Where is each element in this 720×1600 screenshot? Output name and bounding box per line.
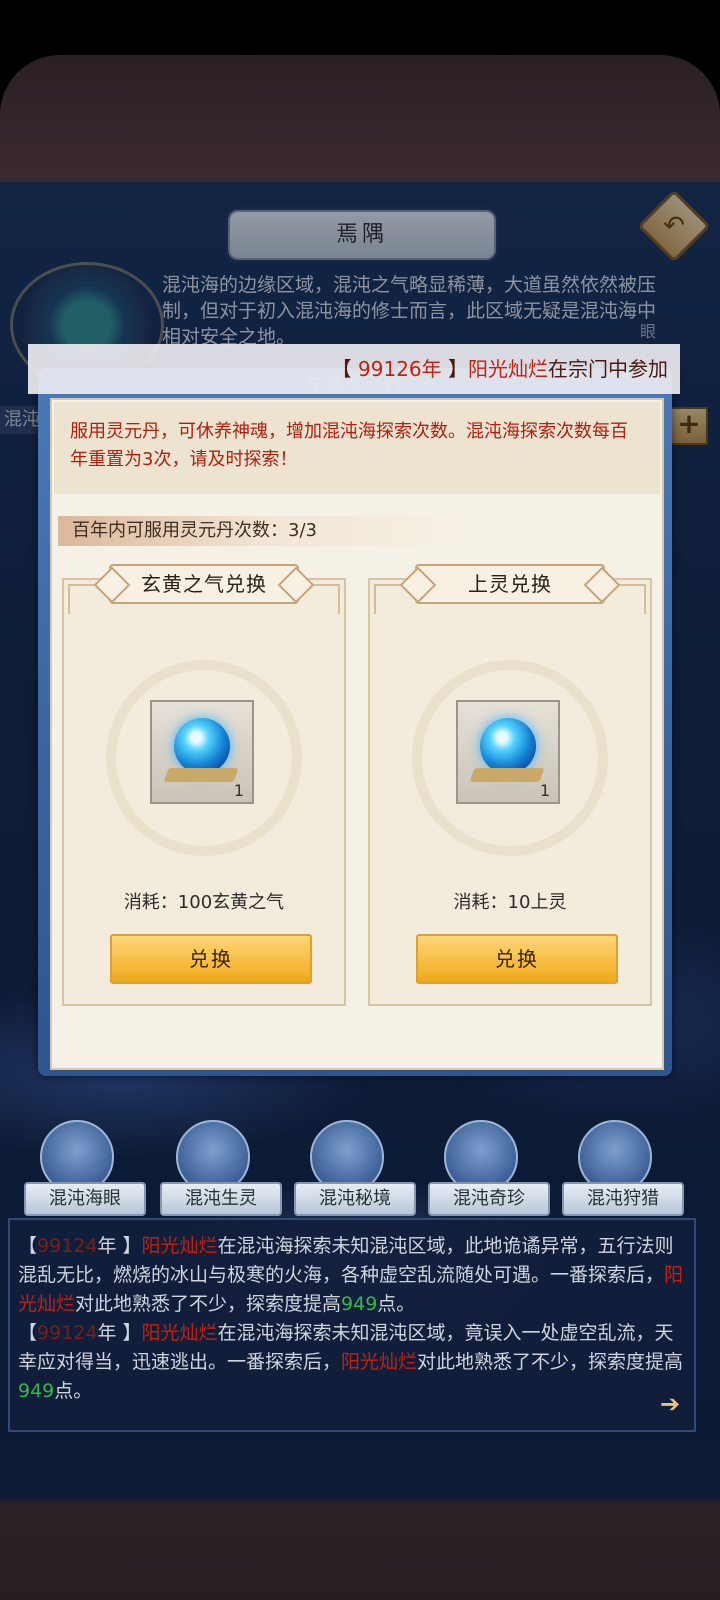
exchange-card-shangling: 上灵兑换 1 消耗：10上灵 兑换 [368,564,652,1006]
exchange-button[interactable]: 兑换 [416,934,618,984]
log-text: 对此地熟悉了不少，探索度提高 [75,1293,342,1315]
log-text: 对此地熟悉了不少，探索度提高 [417,1351,684,1373]
spirit-orb-icon [480,718,536,774]
cost-label: 消耗：100玄黄之气 [123,892,285,913]
lingyuan-pill-item[interactable]: 1 [150,700,254,804]
log-points: 949 [18,1380,55,1402]
spirit-orb-icon [174,718,230,774]
dock-item-label: 混沌生灵 [160,1182,282,1216]
dialog-notice: 服用灵元丹，可休养神魂，增加混沌海探索次数。混沌海探索次数每百年重置为3次，请及… [54,402,660,494]
dock-item-label: 混沌海眼 [24,1182,146,1216]
log-bracket: 【 [18,1322,38,1344]
dock-item-label: 混沌秘境 [294,1182,416,1216]
log-bracket: 年 】 [97,1235,142,1257]
marquee-bracket: 】 [448,357,468,381]
exchange-dialog: 兑换灵元丹 服用灵元丹，可休养神魂，增加混沌海探索次数。混沌海探索次数每百年重置… [38,368,672,1076]
log-text: 点。 [54,1380,93,1402]
item-quantity: 1 [539,781,550,800]
log-entry: 【99124年 】阳光灿烂在混沌海探索未知混沌区域，此地诡谲异常，五行法则混乱无… [18,1232,686,1319]
log-bracket: 【 [18,1235,38,1257]
marquee-year: 99126年 [351,357,448,381]
log-entry: 【99124年 】阳光灿烂在混沌海探索未知混沌区域，竟误入一处虚空乱流，天幸应对… [18,1319,686,1406]
lingyuan-pill-item[interactable]: 1 [456,700,560,804]
dock-item-shengling[interactable]: 混沌生灵 [160,1120,282,1216]
broadcast-marquee: 【 99126年 】阳光灿烂在宗门中参加 [28,344,680,394]
log-player-name: 阳光灿烂 [341,1351,418,1373]
log-points: 949 [341,1293,378,1315]
log-player-name: 阳光灿烂 [141,1322,218,1344]
card-title: 上灵兑换 [415,564,605,604]
dock-item-label: 混沌狩猎 [562,1182,684,1216]
dock-item-haiyan[interactable]: 混沌海眼 [24,1120,146,1216]
marquee-text: 在宗门中参加 [548,357,668,381]
log-player-name: 阳光灿烂 [141,1235,218,1257]
dock-item-label: 混沌奇珍 [428,1182,550,1216]
dock-item-qizhen[interactable]: 混沌奇珍 [428,1120,550,1216]
dock-item-mijing[interactable]: 混沌秘境 [294,1120,416,1216]
dock-item-shoulie[interactable]: 混沌狩猎 [562,1120,684,1216]
marquee-player-name: 阳光灿烂 [468,357,548,381]
log-year: 99124 [37,1235,98,1257]
scroll-icon [163,768,239,782]
log-year: 99124 [37,1322,98,1344]
exploration-log: 【99124年 】阳光灿烂在混沌海探索未知混沌区域，此地诡谲异常，五行法则混乱无… [8,1218,696,1432]
log-text: 点。 [377,1293,416,1315]
exchange-card-xuanhuang: 玄黄之气兑换 1 消耗：100玄黄之气 兑换 [62,564,346,1006]
feature-dock: 混沌海眼 混沌生灵 混沌秘境 混沌奇珍 混沌狩猎 [0,1120,720,1216]
dialog-body: 服用灵元丹，可休养神魂，增加混沌海探索次数。混沌海探索次数每百年重置为3次，请及… [50,398,664,1070]
card-title: 玄黄之气兑换 [109,564,299,604]
cost-label: 消耗：10上灵 [453,892,567,913]
exchange-button[interactable]: 兑换 [110,934,312,984]
item-quantity: 1 [233,781,244,800]
marquee-bracket: 【 [331,357,352,381]
log-next-icon[interactable]: ➔ [660,1390,686,1418]
usage-count: 百年内可服用灵元丹次数：3/3 [58,516,478,546]
log-bracket: 年 】 [97,1322,142,1344]
scroll-icon [469,768,545,782]
